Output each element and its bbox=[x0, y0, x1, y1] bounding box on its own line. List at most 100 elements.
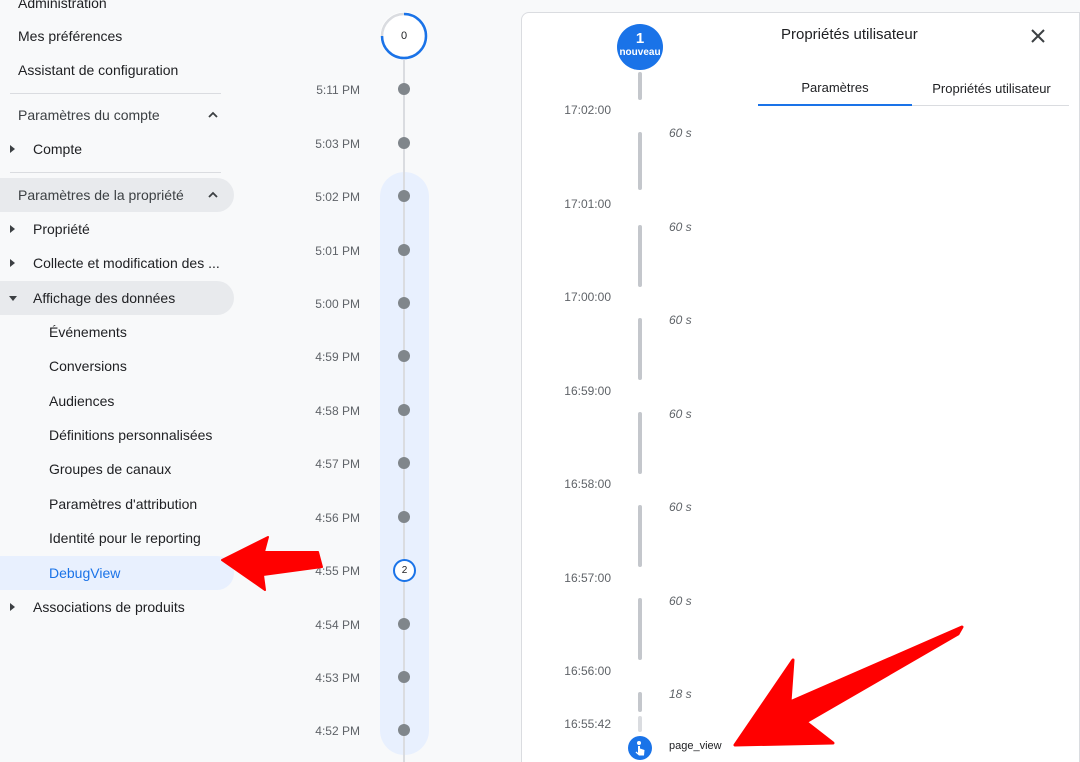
nav-administration[interactable]: Administration bbox=[18, 0, 238, 20]
minute-label: 4:58 PM bbox=[315, 404, 360, 418]
touch-icon[interactable] bbox=[628, 736, 652, 760]
chevron-up-icon bbox=[208, 191, 218, 198]
drawer-tabs: Paramètres Propriétés utilisateur bbox=[758, 70, 1069, 106]
stream-time: 16:56:00 bbox=[564, 664, 611, 678]
nav-identite-reporting[interactable]: Identité pour le reporting bbox=[0, 521, 234, 555]
minute-label: 4:54 PM bbox=[315, 618, 360, 632]
nav-label: Identité pour le reporting bbox=[49, 530, 201, 546]
timeline-segment bbox=[638, 225, 642, 287]
nav-audiences[interactable]: Audiences bbox=[0, 384, 234, 418]
timeline-segment bbox=[638, 598, 642, 660]
timeline-segment bbox=[638, 716, 642, 732]
nav-label: Paramètres d'attribution bbox=[49, 496, 198, 512]
stream-gap: 60 s bbox=[669, 313, 692, 327]
tab-label: Paramètres bbox=[801, 79, 869, 95]
nav-label: Associations de produits bbox=[33, 599, 185, 615]
minute-dot[interactable] bbox=[398, 511, 410, 523]
minute-dot[interactable] bbox=[398, 297, 410, 309]
minute-dot[interactable] bbox=[398, 457, 410, 469]
caret-right-icon bbox=[10, 259, 15, 267]
stream-time: 16:57:00 bbox=[564, 571, 611, 585]
drawer-title: Propriétés utilisateur bbox=[781, 26, 918, 43]
caret-right-icon bbox=[10, 603, 15, 611]
minute-label: 5:02 PM bbox=[315, 190, 360, 204]
tab-parametres[interactable]: Paramètres bbox=[758, 70, 912, 106]
nav-assistant-configuration[interactable]: Assistant de configuration bbox=[18, 53, 238, 87]
minute-label: 4:59 PM bbox=[315, 350, 360, 364]
nav-definitions-personnalisees[interactable]: Définitions personnalisées bbox=[0, 418, 234, 452]
nav-label: Audiences bbox=[49, 393, 115, 409]
nav-associations-produits[interactable]: Associations de produits bbox=[0, 590, 234, 624]
touch-glyph-icon bbox=[635, 741, 645, 756]
new-events-count: 1 bbox=[635, 30, 645, 47]
minute-dot[interactable] bbox=[398, 244, 410, 256]
divider bbox=[10, 93, 221, 94]
chevron-up-icon bbox=[208, 111, 218, 118]
nav-label: Administration bbox=[18, 0, 107, 11]
close-icon[interactable] bbox=[1026, 24, 1050, 48]
minute-dot[interactable] bbox=[398, 618, 410, 630]
timeline-segment bbox=[638, 505, 642, 567]
minute-dot[interactable] bbox=[398, 671, 410, 683]
stream-time: 16:59:00 bbox=[564, 384, 611, 398]
nav-label: Collecte et modification des ... bbox=[33, 255, 220, 271]
top-event-counter[interactable]: 0 bbox=[380, 12, 428, 60]
minute-label: 5:11 PM bbox=[316, 83, 360, 97]
minute-label: 4:57 PM bbox=[315, 457, 360, 471]
nav-parametres-attribution[interactable]: Paramètres d'attribution bbox=[0, 487, 234, 521]
minute-dot[interactable] bbox=[398, 137, 410, 149]
minute-label: 5:01 PM bbox=[315, 244, 360, 258]
nav-evenements[interactable]: Événements bbox=[0, 315, 234, 349]
minute-label: 4:53 PM bbox=[315, 671, 360, 685]
minute-label: 4:55 PM bbox=[315, 564, 360, 578]
nav-label: Conversions bbox=[49, 358, 127, 374]
nav-affichage-donnees[interactable]: Affichage des données bbox=[0, 281, 234, 315]
minute-dot[interactable] bbox=[398, 350, 410, 362]
minute-dot[interactable] bbox=[398, 83, 410, 95]
stream-time: 17:00:00 bbox=[564, 290, 611, 304]
tab-label: Propriétés utilisateur bbox=[932, 80, 1051, 96]
minute-dot[interactable] bbox=[398, 190, 410, 202]
section-label: Paramètres de la propriété bbox=[18, 187, 184, 203]
nav-mes-preferences[interactable]: Mes préférences bbox=[18, 19, 238, 53]
nav-label: Assistant de configuration bbox=[18, 62, 179, 78]
caret-right-icon bbox=[10, 145, 15, 153]
nav-debugview[interactable]: DebugView bbox=[0, 556, 234, 590]
minute-count-value: 2 bbox=[401, 565, 408, 576]
minute-dot[interactable] bbox=[398, 404, 410, 416]
nav-conversions[interactable]: Conversions bbox=[0, 349, 234, 383]
tab-proprietes-utilisateur[interactable]: Propriétés utilisateur bbox=[914, 70, 1069, 106]
event-name-page-view[interactable]: page_view bbox=[669, 740, 722, 752]
section-parametres-compte[interactable]: Paramètres du compte bbox=[0, 98, 234, 132]
nav-label: Mes préférences bbox=[18, 28, 123, 44]
minute-event-count[interactable]: 2 bbox=[393, 559, 416, 582]
new-events-label: nouveau bbox=[619, 47, 661, 58]
minute-label: 4:56 PM bbox=[315, 511, 360, 525]
nav-compte[interactable]: Compte bbox=[0, 132, 234, 166]
timeline-segment bbox=[638, 132, 642, 190]
minute-label: 4:52 PM bbox=[315, 724, 360, 738]
nav-label: Groupes de canaux bbox=[49, 461, 172, 477]
section-label: Paramètres du compte bbox=[18, 107, 160, 123]
stream-gap: 18 s bbox=[669, 687, 692, 701]
nav-label: Définitions personnalisées bbox=[49, 427, 213, 443]
stream-gap: 60 s bbox=[669, 407, 692, 421]
nav-collecte-modification[interactable]: Collecte et modification des ... bbox=[0, 246, 234, 280]
nav-label: Événements bbox=[49, 324, 127, 340]
top-counter-value: 0 bbox=[400, 30, 408, 42]
stream-time: 16:58:00 bbox=[564, 477, 611, 491]
section-parametres-propriete[interactable]: Paramètres de la propriété bbox=[0, 178, 234, 212]
caret-down-icon bbox=[9, 296, 17, 301]
minute-dot[interactable] bbox=[398, 724, 410, 736]
nav-groupes-canaux[interactable]: Groupes de canaux bbox=[0, 452, 234, 486]
nav-label: Affichage des données bbox=[33, 290, 176, 306]
stream-gap: 60 s bbox=[669, 220, 692, 234]
new-events-badge[interactable]: 1 nouveau bbox=[617, 24, 663, 70]
nav-label: Propriété bbox=[33, 221, 90, 237]
minute-label: 5:03 PM bbox=[315, 137, 360, 151]
admin-sidebar: Administration Mes préférences Assistant… bbox=[0, 0, 250, 762]
nav-propriete[interactable]: Propriété bbox=[0, 212, 234, 246]
minute-label: 5:00 PM bbox=[315, 297, 360, 311]
nav-label: DebugView bbox=[49, 565, 121, 581]
stream-time: 17:02:00 bbox=[564, 103, 611, 117]
